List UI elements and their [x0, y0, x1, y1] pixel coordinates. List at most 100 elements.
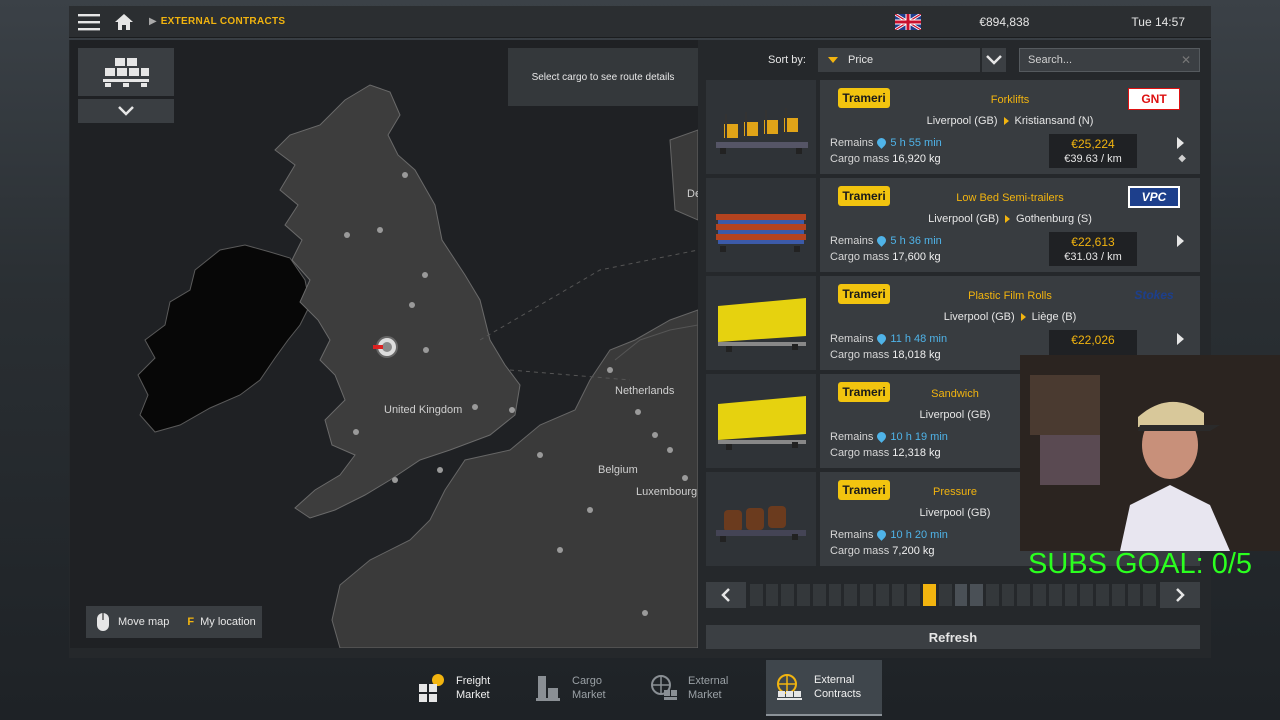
page-dot[interactable]: [1127, 584, 1141, 606]
refresh-button[interactable]: Refresh: [706, 625, 1200, 649]
page-dot[interactable]: [970, 584, 984, 606]
webcam-person-image: [1020, 355, 1280, 551]
search-input[interactable]: [1028, 54, 1178, 66]
next-page-button[interactable]: [1160, 582, 1200, 608]
remains: Remains 10 h 19 min: [830, 430, 948, 443]
pager: [706, 582, 1200, 608]
uk-flag-icon: [895, 13, 922, 30]
page-dot[interactable]: [812, 584, 826, 606]
price: €22,026: [1071, 333, 1115, 347]
tab-label-line2: Market: [456, 689, 490, 701]
page-dot[interactable]: [1001, 584, 1015, 606]
cargo-row[interactable]: Trameri Low Bed Semi-trailers VPC Liverp…: [706, 178, 1200, 272]
page-dot[interactable]: [1096, 584, 1109, 606]
page-dot[interactable]: [907, 584, 921, 606]
page-dot[interactable]: [891, 584, 905, 606]
sort-dropdown-button[interactable]: [982, 48, 1006, 72]
cargo-thumbnail: [706, 80, 816, 174]
page-dot[interactable]: [1080, 584, 1094, 606]
page-dot[interactable]: [844, 584, 858, 606]
clear-search-icon[interactable]: ✕: [1181, 53, 1191, 67]
route-arrow-icon: [1003, 117, 1009, 126]
route-origin: Liverpool (GB): [943, 311, 1015, 323]
menu-icon[interactable]: [69, 6, 109, 38]
row-arrow-icon[interactable]: [1177, 333, 1184, 345]
market-tabs: Freight Market Cargo Market External Market…: [418, 660, 882, 716]
remains: Remains 10 h 20 min: [830, 528, 948, 541]
route-arrow-icon: [1005, 215, 1011, 224]
cargo-mass: Cargo mass 16,920 kg: [830, 153, 941, 165]
sort-value: Price: [848, 54, 874, 66]
page-dot[interactable]: [1064, 584, 1078, 606]
page-dot[interactable]: [875, 584, 889, 606]
cargo-row[interactable]: Trameri Forklifts GNT Liverpool (GB) Kris…: [706, 80, 1200, 174]
tab-label-line2: Market: [688, 689, 722, 701]
price: €22,613: [1071, 235, 1115, 249]
route-destination: Liège (B): [1031, 311, 1077, 323]
cargo-boxes-icon: [103, 58, 149, 87]
tab-cargo-market[interactable]: Cargo Market: [534, 660, 650, 716]
row-arrow-icon[interactable]: [1177, 137, 1184, 149]
page-indicator[interactable]: [746, 582, 1160, 608]
map-label-uk: United Kingdom: [384, 404, 463, 416]
home-icon[interactable]: [109, 6, 139, 38]
move-map-label: Move map: [118, 616, 170, 628]
tab-external-market[interactable]: External Market: [650, 660, 766, 716]
page-dot[interactable]: [828, 584, 842, 606]
route-origin: Liverpool (GB): [919, 507, 991, 519]
page-dot[interactable]: [765, 584, 779, 606]
chevron-down-icon: [986, 55, 1002, 65]
tab-label-line1: External: [814, 674, 855, 686]
page-dot[interactable]: [1048, 584, 1062, 606]
map-label-belgium: Belgium: [598, 464, 638, 476]
page-dot[interactable]: [923, 584, 936, 606]
remains-time: 10 h 19 min: [890, 431, 948, 443]
expand-filter-button[interactable]: [78, 99, 174, 123]
tab-external-contracts[interactable]: External Contracts: [766, 660, 882, 716]
remains-time: 10 h 20 min: [890, 529, 948, 541]
timer-icon: [875, 234, 889, 247]
brand-logo: VPC: [1128, 186, 1180, 208]
sort-direction-icon: [828, 57, 838, 63]
page-dot[interactable]: [781, 584, 795, 606]
price-box: €22,613 €31.03 / km: [1049, 232, 1137, 266]
page-dot[interactable]: [1143, 584, 1157, 606]
cargo-thumbnail: [706, 374, 816, 468]
page-dot[interactable]: [860, 584, 873, 606]
page-dot[interactable]: [986, 584, 999, 606]
search-field[interactable]: ✕: [1019, 48, 1200, 72]
cargo-mass-value: 7,200 kg: [892, 545, 935, 557]
page-dot[interactable]: [954, 584, 968, 606]
cargo-route: Liverpool (GB) Kristiansand (N): [820, 115, 1200, 127]
map-view[interactable]: United Kingdom Netherlands Belgium Luxem…: [70, 40, 698, 648]
page-dot[interactable]: [1033, 584, 1046, 606]
tab-label-line1: Freight: [456, 675, 491, 687]
page-dot[interactable]: [797, 584, 810, 606]
timer-icon: [875, 430, 889, 443]
tab-label-line1: Cargo: [572, 675, 602, 687]
timer-icon: [875, 332, 889, 345]
tab-label-line2: Market: [572, 689, 606, 701]
remains-time: 5 h 36 min: [890, 235, 942, 247]
tab-label-line2: Contracts: [814, 688, 862, 700]
page-dot[interactable]: [1111, 584, 1125, 606]
prev-page-button[interactable]: [706, 582, 746, 608]
cargo-filter-button[interactable]: [78, 48, 174, 96]
cargo-route: Liverpool (GB) Gothenburg (S): [820, 213, 1200, 225]
remains: Remains 5 h 36 min: [830, 234, 942, 247]
tab-freight-market[interactable]: Freight Market: [418, 660, 534, 716]
my-location-label[interactable]: My location: [200, 616, 256, 628]
my-location-key: F: [187, 616, 195, 628]
page-dot[interactable]: [750, 584, 763, 606]
timer-icon: [875, 136, 889, 149]
sort-select[interactable]: Price: [818, 48, 980, 72]
price-per-km: €31.03 / km: [1064, 251, 1122, 263]
map-label-de: De: [687, 188, 698, 200]
row-arrow-icon[interactable]: [1177, 235, 1184, 247]
cargo-thumbnail: [706, 472, 816, 566]
map-label-luxembourg: Luxembourg: [636, 486, 698, 498]
page-dot[interactable]: [1017, 584, 1031, 606]
cargo-mass: Cargo mass 7,200 kg: [830, 545, 935, 557]
map-label-netherlands: Netherlands: [615, 385, 675, 397]
page-dot[interactable]: [938, 584, 952, 606]
